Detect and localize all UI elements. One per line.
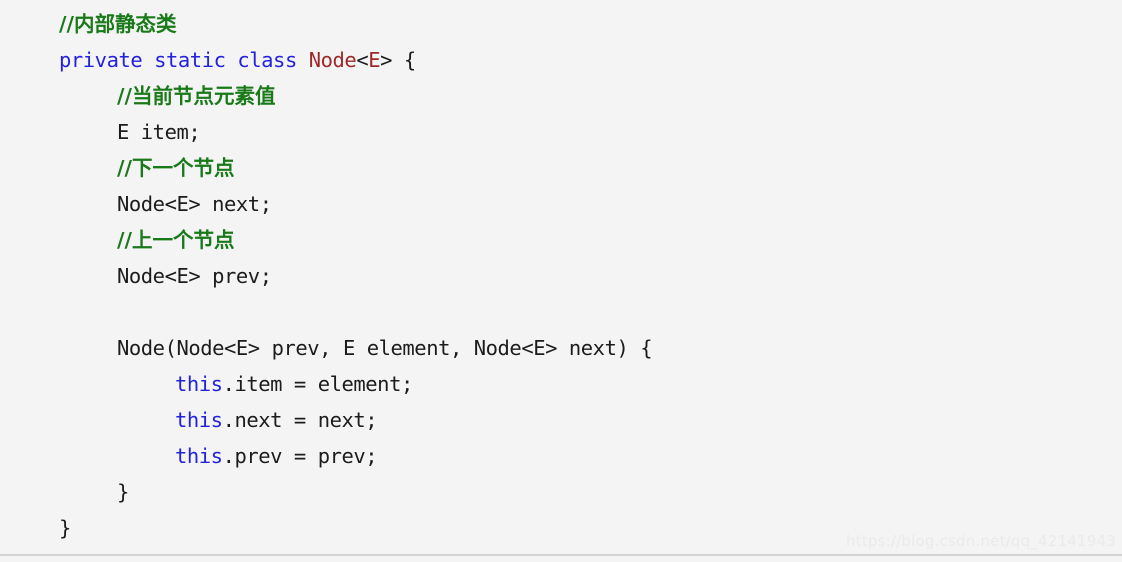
watermark-url: https://blog.csdn.net/qq_42141943 [846,532,1116,550]
code-token-keyword: this [175,408,223,432]
code-line: Node<E> prev; [0,258,1122,294]
code-token-plain: Node<E> prev; [117,264,272,288]
code-token-keyword: this [175,372,223,396]
code-token-plain: < [356,48,369,72]
code-token-plain: .next = next; [222,408,378,432]
code-token-comment: //上一个节点 [117,228,235,252]
code-line: E item; [0,114,1122,150]
code-line: //内部静态类 [0,6,1122,42]
code-token-type: Node [308,48,357,72]
code-token-keyword: this [175,444,223,468]
code-line: //当前节点元素值 [0,78,1122,114]
code-token-plain: Node<E> next; [117,192,272,216]
code-line: Node(Node<E> prev, E element, Node<E> ne… [0,330,1122,366]
code-token-plain: .item = element; [222,372,414,396]
code-token-type: E [368,48,381,72]
code-line: private static class Node<E> { [0,42,1122,78]
code-viewer: //内部静态类 private static class Node<E> { //当… [0,0,1122,562]
code-line: } [0,474,1122,510]
code-token-plain: .prev = prev; [222,444,378,468]
code-token-plain: } [59,516,71,540]
code-block[interactable]: //内部静态类 private static class Node<E> { //当… [0,6,1122,546]
code-line: this.next = next; [0,402,1122,438]
code-line: this.item = element; [0,366,1122,402]
code-line: Node<E> next; [0,186,1122,222]
code-token-plain: Node(Node<E> prev, E element, Node<E> ne… [117,336,653,360]
bottom-divider [0,554,1122,556]
code-token-plain: } [117,480,129,504]
code-token-comment: //下一个节点 [117,156,235,180]
code-line: //下一个节点 [0,150,1122,186]
code-token-plain: > { [380,48,416,72]
code-line: this.prev = prev; [0,438,1122,474]
code-token-comment: //内部静态类 [59,12,177,36]
code-token-plain: E item; [117,120,201,144]
code-line: //上一个节点 [0,222,1122,258]
code-token-comment: //当前节点元素值 [117,84,276,108]
code-token-keyword: private static class [59,48,309,72]
